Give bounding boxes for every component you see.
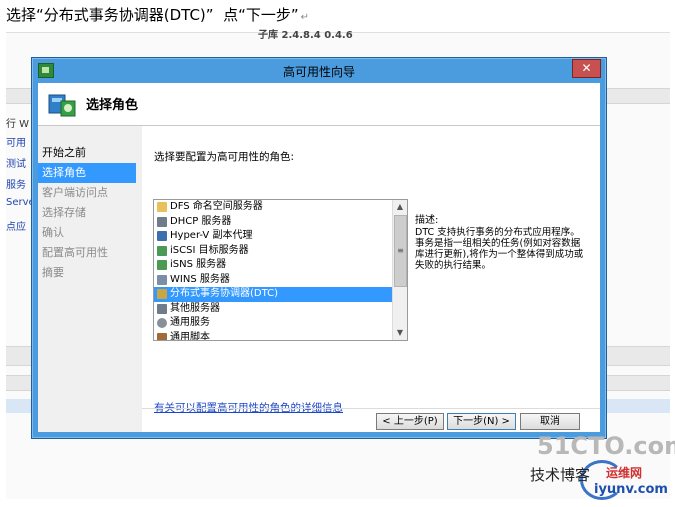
role-label: iSCSI 目标服务器	[170, 244, 249, 256]
wizard-header: 选择角色	[38, 83, 600, 126]
close-button[interactable]: ✕	[572, 59, 601, 78]
role-list: DFS 命名空间服务器 DHCP 服务器 Hyper-V 副本代理 iSCSI 目标服…	[154, 200, 407, 341]
next-button[interactable]: 下一步(N) >	[447, 413, 516, 430]
wizard-step: 客户端访问点	[42, 186, 108, 199]
role-list-item[interactable]: 分布式事务协调器(DTC)	[154, 287, 407, 302]
watermark-line4: iyunv.com	[594, 482, 668, 497]
role-label: DHCP 服务器	[170, 215, 232, 227]
background-link: 点应	[6, 222, 26, 233]
background-link: 服务	[6, 180, 26, 191]
cancel-button[interactable]: 取消	[520, 413, 580, 430]
role-list-item[interactable]: 通用脚本	[154, 331, 407, 341]
role-label: iSNS 服务器	[170, 259, 227, 270]
role-label: 分布式事务协调器(DTC)	[170, 288, 279, 299]
hyperv-icon	[157, 231, 167, 241]
wizard-step: 配置高可用性	[42, 246, 108, 259]
watermark-line1: 51CTO.com	[537, 432, 675, 460]
title-bar[interactable]: 高可用性向导 ✕	[32, 58, 606, 82]
watermark-line2: 技术博客	[530, 466, 591, 484]
background-top-text: 子库 2.4.8.4 0.4.6	[258, 30, 353, 41]
caption-text: 选择“分布式事务协调器(DTC)” 点“下一步”	[6, 6, 299, 24]
wins-icon	[157, 274, 167, 285]
paragraph-mark: ↵	[300, 12, 310, 23]
server-icon	[157, 303, 167, 314]
wizard-step: 选择存储	[42, 206, 86, 219]
role-label: WINS 服务器	[170, 273, 230, 285]
role-list-item[interactable]: iSCSI 目标服务器	[154, 244, 407, 259]
background-snippet: 行 W	[6, 119, 30, 130]
select-role-icon	[48, 94, 76, 117]
back-button[interactable]: < 上一步(P)	[376, 413, 444, 430]
role-label: 其他服务器	[170, 302, 220, 314]
footer-divider	[142, 408, 600, 409]
isns-icon	[157, 260, 167, 270]
server-icon	[157, 216, 167, 227]
listbox-scrollbar[interactable]: ▲ ≡ ▼	[392, 200, 407, 340]
wizard-step: 开始之前	[42, 146, 86, 159]
role-label: Hyper-V 副本代理	[170, 230, 253, 241]
background-link: 测试	[6, 159, 26, 170]
scroll-up-icon[interactable]: ▲	[393, 200, 407, 214]
dialog-title: 高可用性向导	[282, 65, 355, 79]
role-label: 通用脚本	[170, 331, 210, 341]
site-watermark: 51CTO.com 技术博客 运维网 iyunv.com	[520, 432, 675, 500]
wizard-dialog: 高可用性向导 ✕ 选择角色 开始之前 选择角色 客户端访问点 选择存储 确认 配置高可用性…	[31, 57, 607, 439]
dtc-icon	[157, 289, 167, 299]
role-list-item[interactable]: WINS 服务器	[154, 273, 407, 288]
role-list-item[interactable]: 通用服务	[154, 316, 407, 331]
background-link: 可用​	[6, 138, 26, 149]
page-title: 选择角色	[86, 98, 139, 113]
wizard-content: 选择要配置为高可用性的角色: DFS 命名空间服务器 DHCP 服务器 Hyper-…	[142, 126, 600, 432]
wizard-step: 选择角色	[38, 163, 136, 183]
folder-icon	[157, 202, 167, 212]
scroll-thumb[interactable]: ≡	[394, 215, 407, 287]
role-list-item[interactable]: iSNS 服务器	[154, 258, 407, 273]
description-text: DTC 支持执行事务的分布式应用程序。事务是指一组相关的任务(例如对容数据库进行…	[415, 227, 584, 271]
watermark-line3: 运维网	[606, 466, 643, 480]
scroll-down-icon[interactable]: ▼	[393, 326, 407, 340]
wizard-steps: 开始之前选择角色客户端访问点 选择存储确认配置高可用性 摘要	[38, 143, 136, 283]
wizard-step: 确认	[42, 226, 64, 239]
role-list-item[interactable]: 其他服务器	[154, 302, 407, 317]
wizard-step: 摘要	[42, 266, 64, 279]
role-list-item[interactable]: DFS 命名空间服务器	[154, 200, 407, 215]
role-prompt: 选择要配置为高可用性的角色:	[154, 151, 295, 163]
dialog-client-area: 选择角色 开始之前 选择角色 客户端访问点 选择存储 确认 配置高可用性 摘要 选择要配置为…	[38, 83, 600, 432]
role-list-item[interactable]: Hyper-V 副本代理	[154, 229, 407, 244]
gear-icon	[157, 318, 167, 328]
role-label: 通用服务	[170, 317, 210, 328]
role-label: DFS 命名空间服务器	[170, 201, 263, 212]
description-label: 描述:	[415, 215, 439, 226]
iscsi-icon	[157, 245, 167, 256]
role-listbox[interactable]: DFS 命名空间服务器 DHCP 服务器 Hyper-V 副本代理 iSCSI 目标服…	[153, 199, 408, 341]
role-list-item[interactable]: DHCP 服务器	[154, 215, 407, 230]
instruction-caption: 选择“分布式事务协调器(DTC)” 点“下一步” ↵	[6, 4, 309, 25]
script-icon	[157, 332, 167, 340]
